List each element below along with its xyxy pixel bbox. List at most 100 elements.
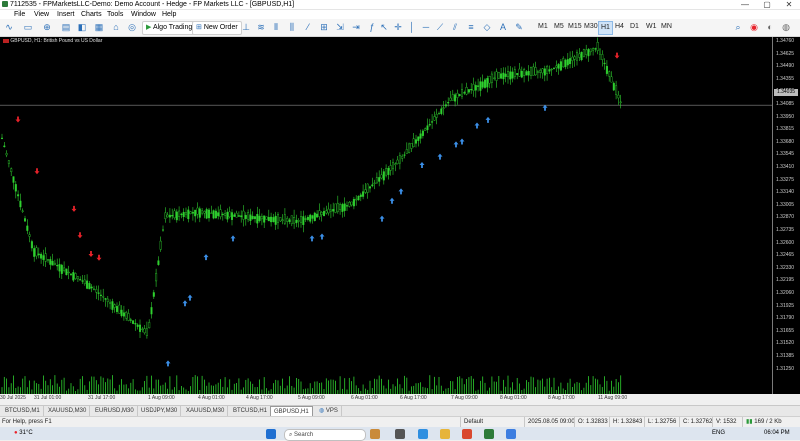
candle-body [490,73,493,83]
menu-file[interactable]: File [13,10,26,19]
tab-vps[interactable]: ◍ VPS [316,406,342,416]
candle-body [548,69,551,72]
menu-tools[interactable]: Tools [106,10,124,19]
menu-view[interactable]: View [33,10,50,19]
candle-body [582,49,585,57]
candle-body [426,125,429,130]
price-chart[interactable] [0,37,772,394]
tab-xauusd-m30[interactable]: XAUUSD,M30 [45,406,91,416]
candle-body [385,168,388,176]
notifications-icon[interactable]: ◉ [748,21,760,33]
depth-of-market-icon[interactable]: ⊥ [240,21,252,33]
candle-body [155,273,158,282]
price-tick: 1.32600 [776,239,795,246]
account-icon[interactable]: ◐ [764,21,776,33]
search-icon[interactable]: ⌕ [732,21,744,33]
tab-usdjpy-m30[interactable]: USDJPY,M30 [138,406,182,416]
candle-body [10,168,13,173]
tab-btcusd-m1[interactable]: BTCUSD,M1 [2,406,44,416]
vertical-line-icon[interactable]: │ [406,21,418,33]
candle-body [136,324,139,327]
crosshair-icon[interactable]: ✛ [392,21,404,33]
tab-btcusd-h1[interactable]: BTCUSD,H1 [230,406,272,416]
arrows-tool-icon[interactable]: ✎ [513,21,525,33]
chart-shift-icon[interactable]: ⇥ [350,21,362,33]
timeframe-w1[interactable]: W1 [644,21,659,33]
chart-canvas[interactable] [0,37,772,394]
indicators-icon[interactable]: ƒ [366,21,378,33]
minimize-button[interactable]: — [734,0,756,9]
cursor-icon[interactable]: ↖ [378,21,390,33]
candle-body [534,67,537,76]
price-tick: 1.33950 [776,113,795,120]
menu-insert[interactable]: Insert [56,10,76,19]
app-icon-2[interactable] [506,429,516,439]
candle-body [612,82,615,91]
community-icon[interactable]: ◍ [780,21,792,33]
chrome-icon[interactable] [462,429,472,439]
candle-body [520,70,523,78]
trendline-icon[interactable]: ⟋ [434,21,446,33]
timeframe-m5[interactable]: M5 [552,21,566,33]
line-chart-icon[interactable]: ⁄ [302,21,314,33]
language-indicator[interactable]: ENG [712,428,725,439]
maximize-button[interactable]: ▢ [756,0,778,9]
autoscroll-icon[interactable]: ⇲ [334,21,346,33]
menu-charts[interactable]: Charts [80,10,103,19]
candle-body [346,205,349,207]
fibonacci-icon[interactable]: ≡ [465,21,477,33]
tab-eurusd-m30[interactable]: EURUSD,M30 [92,406,138,416]
timeframe-h4[interactable]: H4 [613,21,626,33]
horizontal-line-icon[interactable]: ─ [420,21,432,33]
bar-chart-icon[interactable]: ⫴ [270,21,282,33]
candle-body [203,211,206,214]
candlestick-icon[interactable]: ⫼ [286,21,298,33]
price-tick: 1.34625 [776,50,795,57]
candle-body [157,260,160,265]
grid-icon[interactable]: ⊞ [318,21,330,33]
clock[interactable]: 06:04 PM [764,428,790,439]
chart-symbol-label: GBPUSD, H1: British Pound vs US Dollar [3,38,102,44]
candle-body [355,198,358,201]
timeframe-h1[interactable]: H1 [598,21,613,35]
explorer-icon[interactable] [440,429,450,439]
candle-body [461,89,464,97]
candle-body [352,198,355,207]
buy-arrow-icon [474,122,480,129]
strategy-tester-icon[interactable]: ◎ [126,21,138,33]
candle-body [601,54,604,61]
timeframe-m30[interactable]: M30 [582,21,600,33]
taskview-icon[interactable] [370,429,380,439]
close-button[interactable]: ✕ [778,0,800,9]
zoom-in-icon[interactable]: ⊕ [41,21,53,33]
shapes-icon[interactable]: ◇ [481,21,493,33]
timeframe-d1[interactable]: D1 [628,21,641,33]
candle-body [122,312,125,317]
menu-window[interactable]: Window [130,10,157,19]
candle-body [481,81,484,88]
windows-start-icon[interactable] [266,429,276,439]
edge-icon[interactable] [418,429,428,439]
weather-widget[interactable]: ● 31°C [14,428,33,439]
tab-xauusd-m30-2[interactable]: XAUUSD,M30 [183,406,229,416]
algo-trading-button[interactable]: ▶ Algo Trading [142,21,197,35]
text-tool-icon[interactable]: A [497,21,509,33]
profiles-icon[interactable]: ◧ [76,21,88,33]
market-watch-icon[interactable]: ▦ [93,21,105,33]
timeframe-m15[interactable]: M15 [566,21,584,33]
new-chart-icon[interactable]: ▭ [22,21,34,33]
chart-type-icon[interactable]: ∿ [3,21,15,33]
metatrader-icon[interactable] [484,429,494,439]
taskbar-search[interactable]: ⌕ Search [284,429,366,441]
timeframe-m1[interactable]: M1 [536,21,550,33]
menu-help[interactable]: Help [161,10,177,19]
signals-icon[interactable]: ≋ [255,21,267,33]
timeframe-mn[interactable]: MN [659,21,674,33]
navigator-icon[interactable]: ⌂ [110,21,122,33]
status-help: For Help, press F1 [2,419,52,425]
candle-body [17,194,20,197]
app-icon-1[interactable] [395,429,405,439]
new-order-button[interactable]: ⊞ New Order [192,21,242,35]
channel-icon[interactable]: ⫽ [449,21,461,33]
folder-icon[interactable]: ▤ [60,21,72,33]
